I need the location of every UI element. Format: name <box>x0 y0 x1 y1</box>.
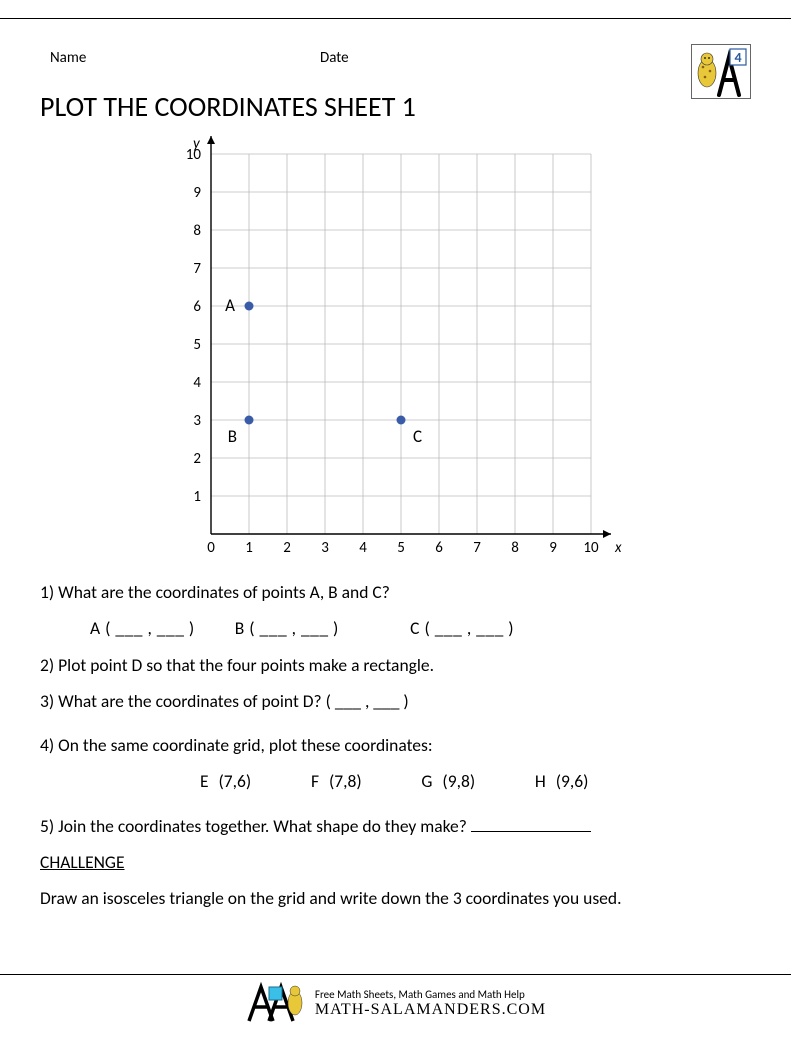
question-2: 2) Plot point D so that the four points … <box>40 652 751 678</box>
svg-text:B: B <box>227 426 236 447</box>
questions-block: 1) What are the coordinates of points A,… <box>40 579 751 911</box>
svg-text:8: 8 <box>511 539 519 557</box>
date-label: Date <box>320 49 349 67</box>
question-5-text: 5) Join the coordinates together. What s… <box>40 815 471 837</box>
question-4-coords: E (7,6) F (7,8) G (9,8) H (9,6) <box>40 768 751 794</box>
footer-logo-icon <box>245 981 305 1025</box>
challenge-text: Draw an isosceles triangle on the grid a… <box>40 885 751 911</box>
footer-site: MATH-SALAMANDERS.COM <box>315 1001 546 1019</box>
svg-text:2: 2 <box>283 539 291 557</box>
svg-text:6: 6 <box>435 539 443 557</box>
page-footer: Free Math Sheets, Math Games and Math He… <box>0 974 791 1030</box>
challenge-heading: CHALLENGE <box>40 849 751 875</box>
svg-text:9: 9 <box>549 539 557 557</box>
svg-text:5: 5 <box>397 539 405 557</box>
question-1-blanks: A ( ___ , ___ ) B ( ___ , ___ ) C ( ___ … <box>40 615 751 641</box>
question-1: 1) What are the coordinates of points A,… <box>40 579 751 605</box>
svg-text:4: 4 <box>193 374 201 392</box>
name-label: Name <box>50 49 86 67</box>
question-4: 4) On the same coordinate grid, plot the… <box>40 732 751 758</box>
badge-number: 4 <box>734 49 741 66</box>
footer-tagline: Free Math Sheets, Math Games and Math He… <box>315 988 546 1001</box>
coordinate-grid-chart: 01234567891012345678910xyABC <box>40 134 751 564</box>
svg-text:1: 1 <box>193 488 201 506</box>
svg-text:0: 0 <box>207 539 215 557</box>
svg-text:3: 3 <box>193 412 201 430</box>
svg-text:7: 7 <box>473 539 481 557</box>
svg-text:9: 9 <box>193 184 201 202</box>
svg-text:3: 3 <box>321 539 329 557</box>
question-3: 3) What are the coordinates of point D? … <box>40 688 751 714</box>
svg-text:4: 4 <box>359 539 367 557</box>
svg-text:C: C <box>413 426 422 447</box>
svg-text:10: 10 <box>583 539 599 557</box>
grade-badge: 4 <box>691 44 751 99</box>
svg-text:x: x <box>614 539 622 557</box>
answer-blank <box>471 831 591 832</box>
svg-text:6: 6 <box>193 298 201 316</box>
worksheet-page: Name Date 4 PLOT THE COORDINATES SHEET 1… <box>0 18 791 931</box>
svg-text:1: 1 <box>245 539 253 557</box>
svg-text:8: 8 <box>193 222 201 240</box>
svg-text:A: A <box>225 295 235 316</box>
question-5: 5) Join the coordinates together. What s… <box>40 813 751 839</box>
svg-text:7: 7 <box>193 260 201 278</box>
page-title: PLOT THE COORDINATES SHEET 1 <box>40 89 751 124</box>
svg-text:5: 5 <box>193 336 201 354</box>
svg-text:2: 2 <box>193 450 201 468</box>
